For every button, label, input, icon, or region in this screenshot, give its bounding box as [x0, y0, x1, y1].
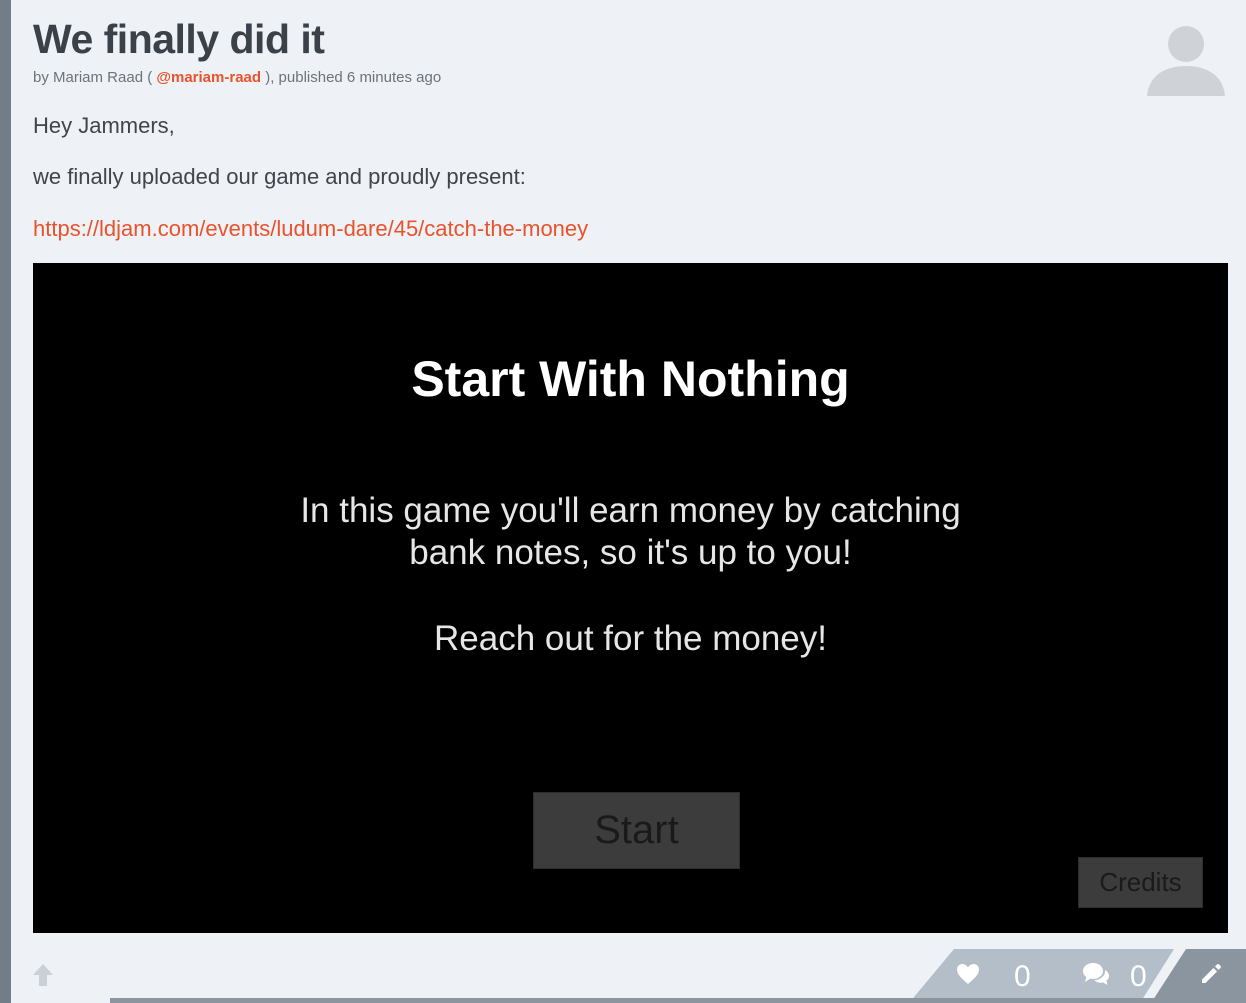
game-title: Start With Nothing: [411, 351, 850, 407]
pencil-icon[interactable]: [1199, 962, 1223, 986]
game-start-button[interactable]: Start: [533, 792, 740, 869]
paragraph-greeting: Hey Jammers,: [33, 113, 175, 138]
love-count: 0: [1014, 960, 1031, 993]
byline-author: by Mariam Raad (: [33, 69, 157, 86]
game-tagline: Reach out for the money!: [434, 619, 827, 658]
game-credits-button[interactable]: Credits: [1078, 857, 1203, 908]
post-card: We finally did it by Mariam Raad ( @mari…: [11, 0, 1246, 1003]
post-title: We finally did it: [33, 16, 325, 62]
user-silhouette-icon[interactable]: [1145, 24, 1227, 96]
game-link[interactable]: https://ldjam.com/events/ludum-dare/45/c…: [33, 216, 588, 242]
game-description-line-1: In this game you'll earn money by catchi…: [300, 491, 961, 530]
heart-icon[interactable]: [956, 963, 980, 985]
post-byline: by Mariam Raad ( @mariam-raad ), publish…: [33, 69, 441, 86]
paragraph-intro: we finally uploaded our game and proudly…: [33, 164, 526, 189]
left-rail: [0, 0, 11, 1003]
arrow-up-icon[interactable]: [32, 963, 54, 987]
comment-bubbles-icon[interactable]: [1081, 961, 1111, 987]
game-embed[interactable]: Start With Nothing In this game you'll e…: [33, 263, 1228, 933]
game-description-line-2: bank notes, so it's up to you!: [409, 533, 852, 572]
byline-published: ), published 6 minutes ago: [261, 69, 442, 86]
author-handle-link[interactable]: @mariam-raad: [156, 69, 261, 86]
comment-count: 0: [1130, 960, 1147, 993]
bottom-divider: [110, 998, 1246, 1003]
